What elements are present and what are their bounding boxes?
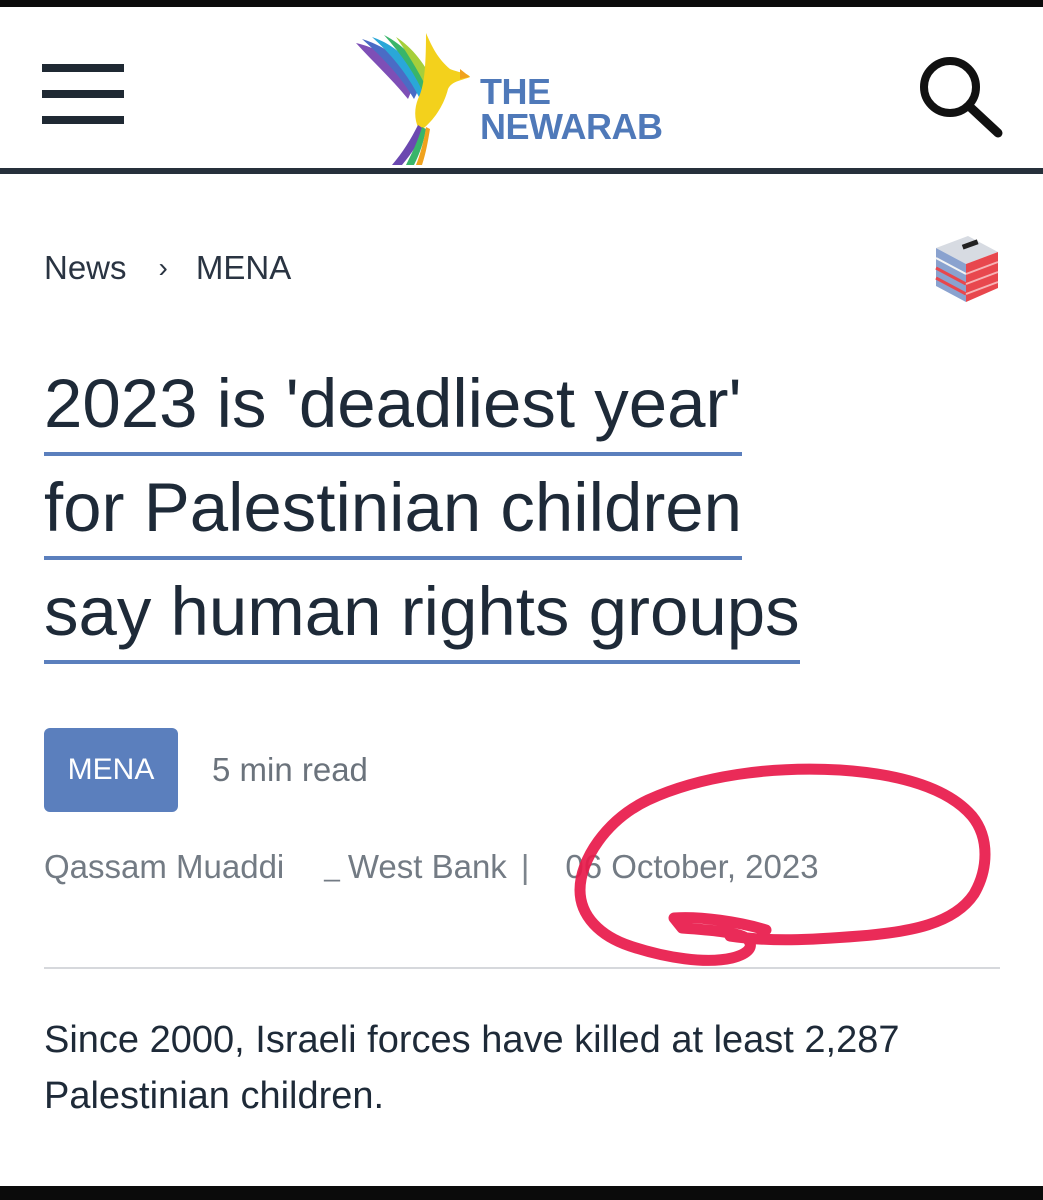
breadcrumb-item-mena[interactable]: MENA bbox=[196, 249, 291, 287]
breadcrumb: News › MENA bbox=[44, 246, 291, 290]
site-header: THE NEWARAB bbox=[0, 7, 1043, 171]
headline-line-3: say human rights groups bbox=[44, 564, 800, 664]
byline-dash: _ bbox=[324, 851, 340, 882]
article-meta: MENA 5 min read bbox=[44, 728, 368, 812]
location: West Bank bbox=[347, 848, 507, 885]
headline-line-1: 2023 is 'deadliest year' bbox=[44, 356, 742, 456]
ballot-box-icon[interactable] bbox=[926, 230, 1002, 306]
category-badge[interactable]: MENA bbox=[44, 728, 178, 812]
bottom-border bbox=[0, 1186, 1043, 1200]
author-name[interactable]: Qassam Muaddi bbox=[44, 848, 284, 886]
byline: Qassam Muaddi _ West Bank | 06 October, … bbox=[44, 844, 819, 890]
chevron-right-icon: › bbox=[158, 252, 168, 283]
byline-separator: | bbox=[520, 848, 530, 885]
article-summary: Since 2000, Israeli forces have killed a… bbox=[44, 1019, 900, 1117]
menu-button[interactable] bbox=[42, 64, 124, 126]
publish-date: 06 October, 2023 bbox=[565, 848, 819, 885]
top-border bbox=[0, 0, 1043, 7]
read-time: 5 min read bbox=[212, 751, 368, 788]
logo-text-line1: THE bbox=[480, 71, 551, 112]
logo-text-line2: NEWARAB bbox=[480, 106, 663, 147]
headline-line-2: for Palestinian children bbox=[44, 460, 743, 560]
search-button[interactable] bbox=[916, 53, 1004, 139]
site-logo[interactable]: THE NEWARAB bbox=[352, 29, 697, 169]
header-divider bbox=[0, 168, 1043, 174]
bird-logo-icon bbox=[356, 33, 470, 165]
search-icon bbox=[920, 57, 1003, 138]
content-divider bbox=[44, 967, 1000, 969]
article-headline[interactable]: 2023 is 'deadliest year' for Palestinian… bbox=[44, 352, 1004, 664]
breadcrumb-item-news[interactable]: News bbox=[44, 249, 127, 287]
